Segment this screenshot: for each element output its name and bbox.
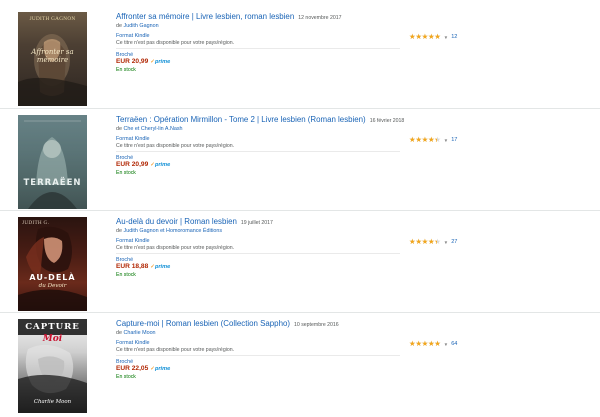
- rating-widget[interactable]: ★★★★★ ★★★★★ ▼ 17: [409, 136, 457, 144]
- product-title-link[interactable]: Au-delà du devoir | Roman lesbien 19 juil…: [116, 217, 273, 226]
- book-cover[interactable]: CAPTURE Moi Charlie Moon: [18, 319, 87, 413]
- format-kindle-link[interactable]: Format Kindle: [116, 340, 150, 346]
- format-divider: [116, 355, 400, 356]
- chevron-down-icon[interactable]: ▼: [444, 342, 449, 347]
- unavailable-notice: Ce titre n'est pas disponible pour votre…: [116, 40, 235, 46]
- search-result: TERRAËEN Terraëen : Opération Mirmillon …: [0, 109, 600, 211]
- byline: de Che et Cheryl-lin A.Nash: [116, 126, 183, 132]
- chevron-down-icon[interactable]: ▼: [444, 138, 449, 143]
- book-cover[interactable]: TERRAËEN: [18, 115, 87, 209]
- book-cover[interactable]: JUDITH G. AU-DELÀ du Devoir: [18, 217, 87, 311]
- book-cover[interactable]: JUDITH GAGNON Affronter sa mémoire: [18, 12, 87, 106]
- star-icon: ★★★★★: [409, 33, 441, 41]
- prime-badge: ✓prime: [150, 59, 171, 65]
- unavailable-notice: Ce titre n'est pas disponible pour votre…: [116, 245, 235, 251]
- format-divider: [116, 253, 400, 254]
- search-result: JUDITH GAGNON Affronter sa mémoire Affro…: [0, 6, 600, 108]
- cover-title-text: CAPTURE: [25, 322, 80, 332]
- review-count-link[interactable]: 17: [451, 137, 457, 143]
- cover-title-text: AU-DELÀ: [29, 273, 76, 282]
- cover-title-script: Moi: [42, 334, 63, 344]
- format-divider: [116, 48, 400, 49]
- publication-date: 19 juillet 2017: [240, 220, 273, 226]
- star-rating[interactable]: ★★★★★ ★★★★★: [409, 238, 441, 246]
- publication-date: 10 septembre 2016: [293, 322, 339, 328]
- byline: de Judith Gagnon: [116, 23, 159, 29]
- format-kindle-link[interactable]: Format Kindle: [116, 33, 150, 39]
- publication-date: 16 février 2018: [369, 118, 405, 124]
- price: EUR 20,99: [116, 58, 149, 65]
- price: EUR 22,05: [116, 365, 149, 372]
- byline: de Judith Gagnon et Homoromance Éditions: [116, 228, 223, 234]
- prime-badge: ✓prime: [150, 264, 171, 270]
- price-row[interactable]: EUR 20,99 ✓prime: [116, 58, 170, 65]
- star-rating[interactable]: ★★★★★ ★★★★★: [409, 33, 441, 41]
- stock-status: En stock: [116, 67, 136, 73]
- cover-author-text: JUDITH G.: [22, 220, 50, 226]
- cover-title-text: TERRAËEN: [23, 178, 82, 188]
- search-result: CAPTURE Moi Charlie Moon Capture-moi | R…: [0, 313, 600, 415]
- price: EUR 18,88: [116, 263, 149, 270]
- cover-title-script: Affronter sa mémoire: [31, 48, 74, 64]
- price: EUR 20,99: [116, 161, 149, 168]
- cover-art: [18, 226, 87, 311]
- format-kindle-link[interactable]: Format Kindle: [116, 136, 150, 142]
- author-link[interactable]: Che et Cheryl-lin A.Nash: [124, 126, 183, 132]
- prime-badge: ✓prime: [150, 162, 171, 168]
- author-link[interactable]: Judith Gagnon: [124, 23, 159, 29]
- cover-author-script: Charlie Moon: [33, 399, 72, 405]
- stock-status: En stock: [116, 170, 136, 176]
- unavailable-notice: Ce titre n'est pas disponible pour votre…: [116, 347, 235, 353]
- stock-status: En stock: [116, 374, 136, 380]
- chevron-down-icon[interactable]: ▼: [444, 35, 449, 40]
- star-icon: ★★★★★: [409, 238, 437, 246]
- author-link[interactable]: Charlie Moon: [124, 330, 156, 336]
- rating-widget[interactable]: ★★★★★ ★★★★★ ▼ 12: [409, 33, 457, 41]
- unavailable-notice: Ce titre n'est pas disponible pour votre…: [116, 143, 235, 149]
- star-icon: ★★★★★: [409, 136, 437, 144]
- prime-badge: ✓prime: [150, 366, 171, 372]
- publication-date: 12 novembre 2017: [298, 15, 342, 21]
- cover-title-script: du Devoir: [38, 283, 67, 289]
- chevron-down-icon[interactable]: ▼: [444, 240, 449, 245]
- format-kindle-link[interactable]: Format Kindle: [116, 238, 150, 244]
- rating-widget[interactable]: ★★★★★ ★★★★★ ▼ 27: [409, 238, 457, 246]
- cover-art: [18, 115, 87, 209]
- product-title-link[interactable]: Capture-moi | Roman lesbien (Collection …: [116, 319, 339, 328]
- product-title-link[interactable]: Terraëen : Opération Mirmillon - Tome 2 …: [116, 115, 404, 124]
- format-divider: [116, 151, 400, 152]
- review-count-link[interactable]: 27: [451, 239, 457, 245]
- star-icon: ★★★★★: [409, 340, 441, 348]
- stock-status: En stock: [116, 272, 136, 278]
- price-row[interactable]: EUR 20,99 ✓prime: [116, 161, 170, 168]
- review-count-link[interactable]: 12: [451, 34, 457, 40]
- rating-widget[interactable]: ★★★★★ ★★★★★ ▼ 64: [409, 340, 457, 348]
- search-result: JUDITH G. AU-DELÀ du Devoir Au-delà du d…: [0, 211, 600, 313]
- cover-author-text: JUDITH GAGNON: [29, 16, 76, 22]
- review-count-link[interactable]: 64: [451, 341, 457, 347]
- product-title-link[interactable]: Affronter sa mémoire | Livre lesbien, ro…: [116, 12, 341, 21]
- byline: de Charlie Moon: [116, 330, 156, 336]
- star-rating[interactable]: ★★★★★ ★★★★★: [409, 136, 441, 144]
- price-row[interactable]: EUR 18,88 ✓prime: [116, 263, 170, 270]
- star-rating[interactable]: ★★★★★ ★★★★★: [409, 340, 441, 348]
- author-link[interactable]: Judith Gagnon et Homoromance Éditions: [124, 228, 223, 234]
- price-row[interactable]: EUR 22,05 ✓prime: [116, 365, 170, 372]
